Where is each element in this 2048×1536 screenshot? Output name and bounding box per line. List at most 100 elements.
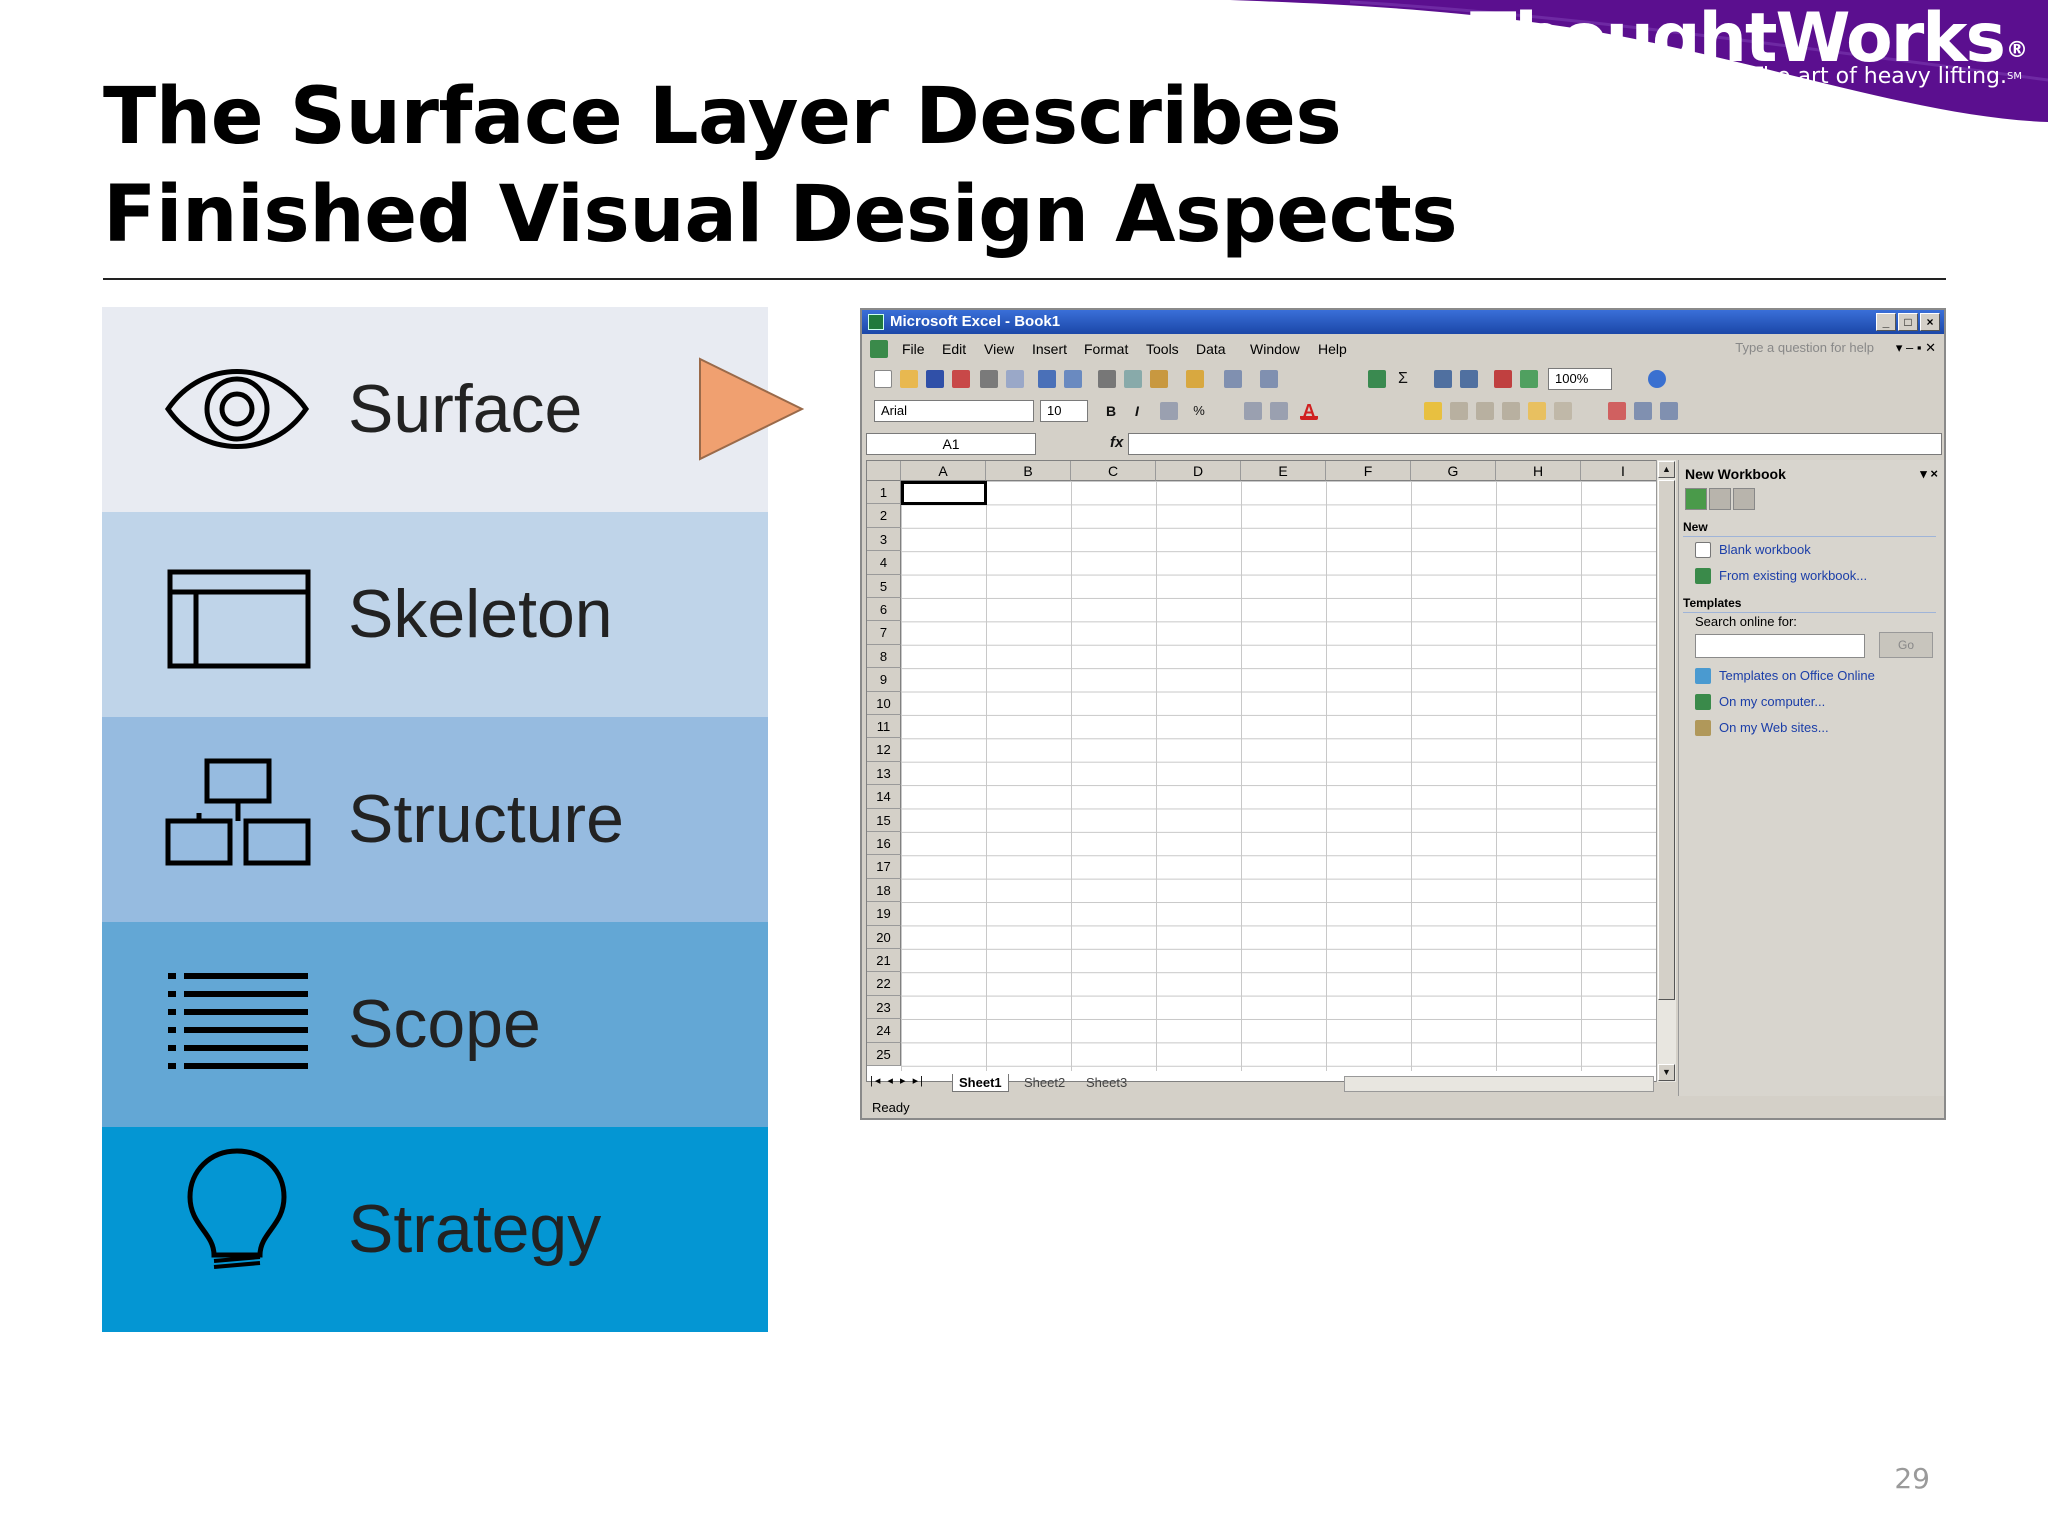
row-header[interactable]: 9 [867, 668, 901, 692]
column-header[interactable]: B [986, 461, 1071, 481]
vertical-scrollbar[interactable]: ▲ ▼ [1656, 460, 1676, 1082]
menu-format[interactable]: Format [1084, 341, 1128, 357]
column-header[interactable]: A [901, 461, 986, 481]
row-header[interactable]: 4 [867, 551, 901, 575]
name-box[interactable]: A1 [866, 433, 1036, 455]
row-header[interactable]: 11 [867, 715, 901, 739]
bold-icon[interactable]: B [1102, 402, 1120, 420]
permission-icon[interactable] [952, 370, 970, 388]
row-header[interactable]: 12 [867, 738, 901, 762]
toolbar-extra-2-icon[interactable] [1450, 402, 1468, 420]
paste-icon[interactable] [1150, 370, 1168, 388]
font-color-icon[interactable]: A [1300, 402, 1318, 420]
tab-sheet1[interactable]: Sheet1 [952, 1074, 1009, 1092]
row-header[interactable]: 2 [867, 504, 901, 528]
font-name-select[interactable]: Arial [874, 400, 1034, 422]
back-icon[interactable] [1685, 488, 1707, 510]
row-header[interactable]: 25 [867, 1042, 901, 1066]
close-button[interactable]: × [1920, 313, 1940, 331]
row-header[interactable]: 7 [867, 621, 901, 645]
row-header[interactable]: 14 [867, 785, 901, 809]
drawing-icon[interactable] [1520, 370, 1538, 388]
row-header[interactable]: 22 [867, 972, 901, 996]
hyperlink-icon[interactable] [1368, 370, 1386, 388]
home-icon[interactable] [1733, 488, 1755, 510]
tab-sheet2[interactable]: Sheet2 [1018, 1074, 1071, 1092]
menu-window[interactable]: Window [1250, 341, 1300, 357]
toolbar-extra-3-icon[interactable] [1476, 402, 1494, 420]
doc-close-icon[interactable]: ▾ ‒ ▪ ✕ [1896, 340, 1936, 356]
cell-area[interactable] [901, 481, 1667, 1071]
fx-icon[interactable]: fx [1110, 434, 1123, 451]
row-header[interactable]: 6 [867, 598, 901, 622]
excel-doc-icon[interactable] [870, 340, 888, 358]
toolbar-extra-1-icon[interactable] [1424, 402, 1442, 420]
zoom-select[interactable]: 100% [1548, 368, 1612, 390]
column-header[interactable]: E [1241, 461, 1326, 481]
row-header[interactable]: 21 [867, 949, 901, 973]
row-header[interactable]: 3 [867, 527, 901, 552]
question-box[interactable]: Type a question for help [1735, 340, 1874, 355]
chart-wizard-icon[interactable] [1494, 370, 1512, 388]
sort-descending-icon[interactable] [1460, 370, 1478, 388]
percent-style-icon[interactable]: % [1190, 402, 1208, 420]
row-header[interactable]: 19 [867, 902, 901, 926]
column-header[interactable]: D [1156, 461, 1241, 481]
template-search-input[interactable] [1695, 634, 1865, 658]
link-blank-workbook[interactable]: Blank workbook [1719, 542, 1811, 557]
undo-icon[interactable] [1224, 370, 1242, 388]
column-header[interactable]: H [1496, 461, 1581, 481]
menu-view[interactable]: View [984, 341, 1014, 357]
scroll-up-icon[interactable]: ▲ [1658, 461, 1675, 478]
select-all-corner[interactable] [867, 461, 901, 481]
autosum-icon[interactable]: Σ [1394, 370, 1412, 388]
row-header[interactable]: 13 [867, 761, 901, 786]
horizontal-scrollbar[interactable] [1344, 1076, 1654, 1092]
forward-icon[interactable] [1709, 488, 1731, 510]
task-pane-close-icon[interactable]: ▾ × [1920, 466, 1938, 482]
link-existing-workbook[interactable]: From existing workbook... [1719, 568, 1867, 583]
menu-data[interactable]: Data [1196, 341, 1226, 357]
new-icon[interactable] [874, 370, 892, 388]
print-icon[interactable] [980, 370, 998, 388]
toolbar-extra-8-icon[interactable] [1634, 402, 1652, 420]
tab-sheet3[interactable]: Sheet3 [1080, 1074, 1133, 1092]
column-header[interactable]: F [1326, 461, 1411, 481]
toolbar-extra-5-icon[interactable] [1528, 402, 1546, 420]
help-icon[interactable] [1648, 370, 1666, 388]
menu-help[interactable]: Help [1318, 341, 1347, 357]
toolbar-extra-6-icon[interactable] [1554, 402, 1572, 420]
toolbar-extra-9-icon[interactable] [1660, 402, 1678, 420]
toolbar-extra-4-icon[interactable] [1502, 402, 1520, 420]
increase-decimal-icon[interactable] [1244, 402, 1262, 420]
save-icon[interactable] [926, 370, 944, 388]
decrease-decimal-icon[interactable] [1270, 402, 1288, 420]
row-header[interactable]: 1 [867, 481, 901, 505]
minimize-button[interactable]: _ [1876, 313, 1896, 331]
row-header[interactable]: 18 [867, 878, 901, 903]
scroll-thumb[interactable] [1658, 480, 1675, 1000]
row-header[interactable]: 10 [867, 691, 901, 715]
column-header[interactable]: I [1581, 461, 1666, 481]
tab-navigation-icon[interactable]: |◂ ◂ ▸ ▸| [870, 1074, 925, 1087]
column-header[interactable]: G [1411, 461, 1496, 481]
row-header[interactable]: 15 [867, 808, 901, 832]
menu-edit[interactable]: Edit [942, 341, 966, 357]
row-header[interactable]: 17 [867, 855, 901, 879]
toolbar-extra-7-icon[interactable] [1608, 402, 1626, 420]
menu-tools[interactable]: Tools [1146, 341, 1179, 357]
menu-file[interactable]: File [902, 341, 925, 357]
print-preview-icon[interactable] [1006, 370, 1024, 388]
open-icon[interactable] [900, 370, 918, 388]
redo-icon[interactable] [1260, 370, 1278, 388]
row-header[interactable]: 23 [867, 995, 901, 1020]
sort-ascending-icon[interactable] [1434, 370, 1452, 388]
row-header[interactable]: 5 [867, 574, 901, 598]
cut-icon[interactable] [1098, 370, 1116, 388]
format-painter-icon[interactable] [1186, 370, 1204, 388]
link-templates-office-online[interactable]: Templates on Office Online [1719, 668, 1875, 683]
research-icon[interactable] [1064, 370, 1082, 388]
maximize-button[interactable]: □ [1898, 313, 1918, 331]
row-header[interactable]: 8 [867, 644, 901, 669]
copy-icon[interactable] [1124, 370, 1142, 388]
